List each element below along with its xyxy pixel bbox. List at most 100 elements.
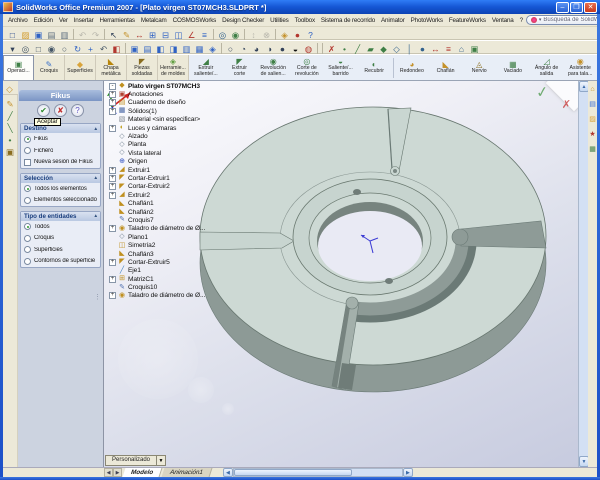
- menu-herramientas[interactable]: Herramientas: [96, 17, 137, 24]
- tree-item-eje1[interactable]: ╱ Eje1: [109, 267, 205, 275]
- tree-item-solidos[interactable]: + ▦ Sólidos(1): [109, 107, 205, 115]
- filter-surfaces-icon[interactable]: ◆: [377, 42, 390, 54]
- tab-scroll-left[interactable]: ◀: [104, 468, 113, 477]
- option-control[interactable]: [24, 258, 31, 265]
- radio-elementos-seleccionados[interactable]: Elementos seleccionados: [21, 194, 100, 206]
- option-control[interactable]: [24, 185, 31, 192]
- tree-expander[interactable]: +: [109, 192, 116, 199]
- radio-todos-los-elementos[interactable]: Todos los elementos: [21, 183, 100, 195]
- filter-faces-icon[interactable]: ▰: [364, 42, 377, 54]
- block-icon[interactable]: ▣: [4, 145, 17, 157]
- menu-help[interactable]: ?: [517, 17, 526, 24]
- cm-corte-revolucion[interactable]: ◎ Corte de revolución: [290, 55, 324, 80]
- filter-datums-icon[interactable]: ⌂: [455, 42, 468, 54]
- filter-points-icon[interactable]: ●: [416, 42, 429, 54]
- section-view-icon[interactable]: ◧: [110, 42, 123, 54]
- hidden-lines-removed-icon[interactable]: ◕: [250, 42, 263, 54]
- shaded-with-edges-icon[interactable]: ◑: [263, 42, 276, 54]
- filter-vertices-icon[interactable]: •: [338, 42, 351, 54]
- tree-item-material[interactable]: ▧ Material <sin especificar>: [109, 116, 205, 124]
- filter-clear-icon[interactable]: ✗: [325, 42, 338, 54]
- chevron-down-icon[interactable]: ▼: [157, 455, 166, 466]
- checkbox-nueva-sesion[interactable]: Nueva sesión de Fikus: [21, 156, 100, 168]
- radio-croquis[interactable]: Croquis: [21, 232, 100, 244]
- cm-extruir-saliente[interactable]: ◢ Extruir saliente/...: [189, 55, 223, 80]
- print-icon[interactable]: ▤: [45, 28, 58, 40]
- tree-expander[interactable]: +: [109, 108, 116, 115]
- tree-item-origen[interactable]: ⊕ Origen: [109, 158, 205, 166]
- view-right-icon[interactable]: ◨: [167, 42, 180, 54]
- group-header[interactable]: Tipo de entidades ▴: [21, 212, 100, 221]
- cm-angulo-de-salida[interactable]: ◿ Ángulo de salida: [530, 55, 564, 80]
- tree-item-simetria2[interactable]: ◫ Simetría2: [109, 241, 205, 249]
- tree-item-extruir1[interactable]: + ◢ Extruir1: [109, 166, 205, 174]
- tree-item-plano1[interactable]: ◇ Plano1: [109, 233, 205, 241]
- cm-nervio[interactable]: ◬ Nervio: [462, 55, 496, 80]
- menu-featureworks[interactable]: FeatureWorks: [446, 17, 489, 24]
- menu-archivo[interactable]: Archivo: [5, 17, 31, 24]
- macro-icon[interactable]: ●: [291, 28, 304, 40]
- option-control[interactable]: [24, 223, 31, 230]
- radio-todos[interactable]: Todos: [21, 221, 100, 233]
- menu-animator[interactable]: Animator: [378, 17, 408, 24]
- cm-revolucion-saliente[interactable]: ◉ Revolución de salien...: [256, 55, 290, 80]
- select-icon[interactable]: ↖: [107, 28, 120, 40]
- restore-button[interactable]: ❐: [570, 2, 583, 13]
- tree-item-planta[interactable]: ◇ Planta: [109, 141, 205, 149]
- close-button[interactable]: ✕: [584, 2, 597, 13]
- tree-item-croquis10[interactable]: ✎ Croquis10: [109, 283, 205, 291]
- menu-photoworks[interactable]: PhotoWorks: [408, 17, 446, 24]
- view-back-icon[interactable]: ▤: [141, 42, 154, 54]
- menu-utilities[interactable]: Utilities: [267, 17, 292, 24]
- mass-properties-icon[interactable]: ⊗: [260, 28, 273, 40]
- tree-expander[interactable]: -: [109, 83, 116, 90]
- tab-scroll-right[interactable]: ▶: [113, 468, 122, 477]
- option-control[interactable]: [24, 235, 31, 242]
- zoom-selection-icon[interactable]: ○: [58, 42, 71, 54]
- view-isometric-icon[interactable]: ◈: [206, 42, 219, 54]
- tree-item-luces[interactable]: + ◐ Luces y cámaras: [109, 124, 205, 132]
- filter-dimensions-icon[interactable]: ↔: [429, 42, 442, 54]
- line-icon[interactable]: ╱: [4, 109, 17, 121]
- cm-chaflan[interactable]: ◣ Chaflán: [429, 55, 463, 80]
- tree-expander[interactable]: +: [109, 125, 116, 132]
- zoom-area-icon[interactable]: □: [32, 42, 45, 54]
- previous-view-icon[interactable]: ↶: [97, 42, 110, 54]
- tree-item-taladro2[interactable]: + ◉ Taladro de diámetro de Ø...: [109, 292, 205, 300]
- view-bottom-icon[interactable]: ▦: [193, 42, 206, 54]
- tree-expander[interactable]: +: [109, 167, 116, 174]
- offset-entities-icon[interactable]: ≡: [198, 28, 211, 40]
- accept-button[interactable]: ✔: [37, 104, 50, 117]
- tab-chapa-metalica[interactable]: ◣ Chapa metálica: [96, 55, 127, 80]
- pan-icon[interactable]: +: [84, 42, 97, 54]
- graphics-viewport[interactable]: - ◆ Plato virgen ST07MCH3 + ▣ Anotacione…: [104, 81, 578, 467]
- tree-expander[interactable]: +: [109, 183, 116, 190]
- cm-recubrir[interactable]: ◐ Recubrir: [357, 55, 391, 80]
- open-folder-icon[interactable]: ▨: [19, 28, 32, 40]
- radio-superficies[interactable]: Superficies: [21, 244, 100, 256]
- options-icon[interactable]: ◈: [278, 28, 291, 40]
- tree-item-cortar-extruir1[interactable]: + ◤ Cortar-Extruir1: [109, 174, 205, 182]
- menu-sistema-de-recorrido[interactable]: Sistema de recorrido: [318, 17, 378, 24]
- filter-edges-icon[interactable]: ╱: [351, 42, 364, 54]
- filter-axes-icon[interactable]: │: [403, 42, 416, 54]
- cm-asistente-taladro[interactable]: ◉ Asistente para tala...: [563, 55, 597, 80]
- help-icon[interactable]: ?: [304, 28, 317, 40]
- shaded-icon[interactable]: ●: [276, 42, 289, 54]
- collapse-chevron-icon[interactable]: ▴: [94, 126, 97, 132]
- custom-views-label[interactable]: Personalizado: [105, 455, 157, 466]
- measure-icon[interactable]: ↕: [247, 28, 260, 40]
- tree-item-extruir2[interactable]: + ◢ Extruir2: [109, 191, 205, 199]
- scrollbar-thumb[interactable]: [234, 469, 352, 476]
- horizontal-scrollbar[interactable]: ◀ ▶: [223, 468, 413, 477]
- scroll-right-button[interactable]: ▶: [403, 468, 413, 477]
- vertical-scrollbar[interactable]: ▲ ▼: [578, 81, 588, 467]
- trim-entities-icon[interactable]: ∠: [185, 28, 198, 40]
- point-tool-icon[interactable]: •: [4, 133, 17, 145]
- custom-properties-tab-icon[interactable]: ▦: [588, 145, 597, 154]
- new-document-icon[interactable]: □: [6, 28, 19, 40]
- custom-views-dropdown[interactable]: Personalizado ▼: [105, 455, 166, 466]
- collapse-chevron-icon[interactable]: ▴: [94, 213, 97, 219]
- collapse-chevron-icon[interactable]: ▴: [94, 175, 97, 181]
- filter-annotations-icon[interactable]: ≡: [442, 42, 455, 54]
